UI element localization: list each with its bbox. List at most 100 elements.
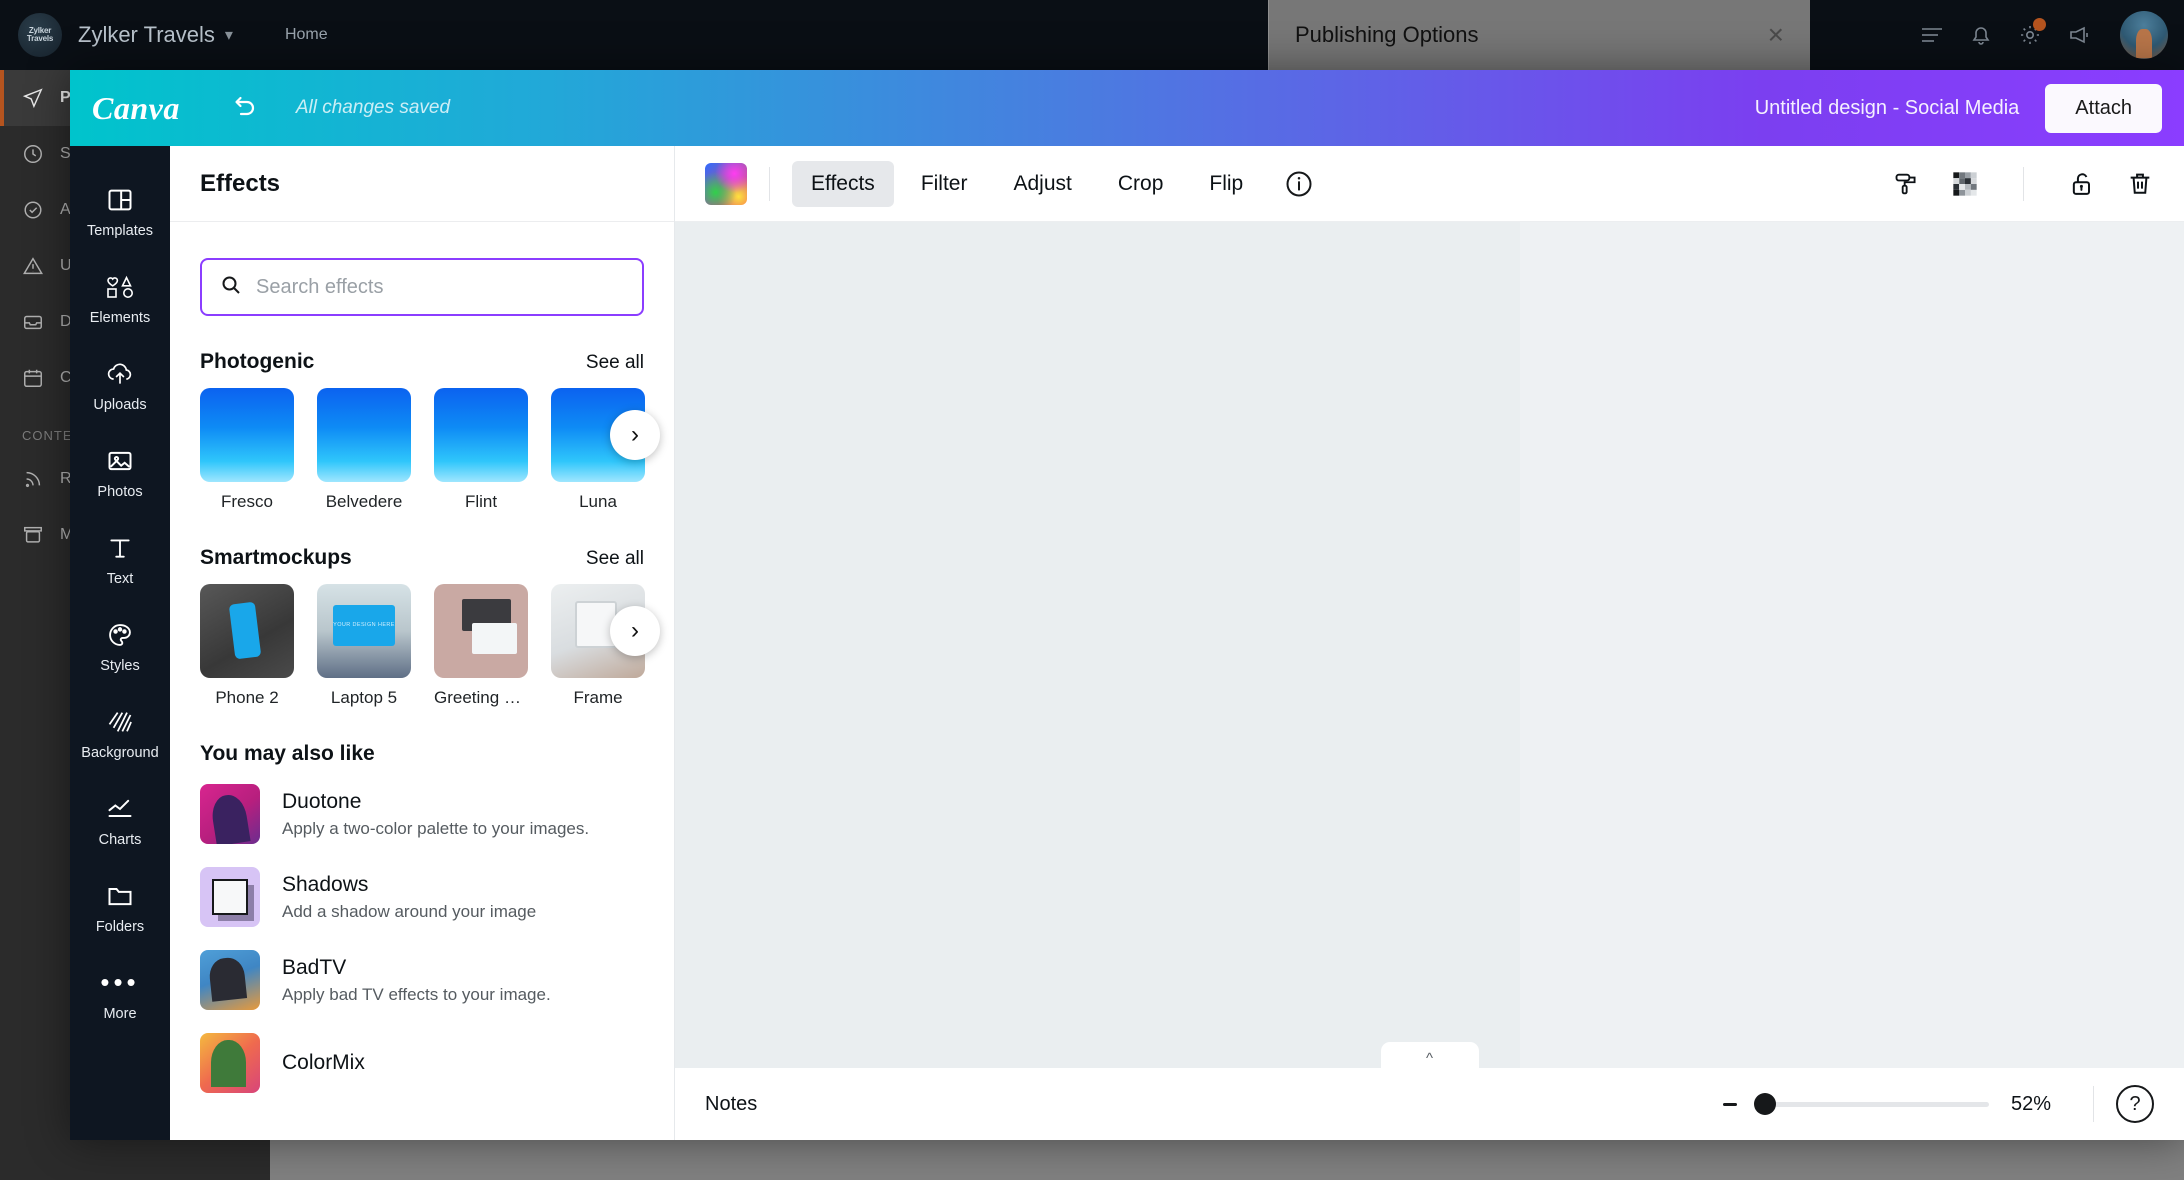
bell-icon[interactable] [1970,23,1992,47]
trash-icon[interactable] [2126,170,2154,198]
tab-effects[interactable]: Effects [792,161,894,207]
mockup-label: Greeting car... [434,688,528,708]
chevron-right-icon[interactable]: › [610,410,660,460]
sidebar-item-label: Background [81,745,158,761]
save-status: All changes saved [296,97,450,119]
zoom-out-icon[interactable] [1723,1103,1737,1106]
sidebar-item-uploads[interactable]: Uploads [70,342,170,429]
upload-cloud-icon [105,359,135,389]
unlock-icon[interactable] [2068,170,2096,198]
design-canvas-area[interactable]: ^ [675,222,2184,1068]
effect-label: Fresco [200,492,294,512]
see-all-link-smartmockups[interactable]: See all [586,548,644,570]
menu-icon[interactable] [1920,25,1944,45]
image-edit-toolbar: Effects Filter Adjust Crop Flip [675,146,2184,222]
effect-thumbnail [200,784,260,844]
section-title: You may also like [200,742,375,766]
effect-thumb[interactable]: Fresco [200,388,294,512]
undo-arrow-icon[interactable] [228,94,258,122]
selected-image-thumbnail[interactable] [705,163,747,205]
line-chart-icon [106,794,134,824]
section-title: Smartmockups [200,546,352,570]
megaphone-icon[interactable] [2068,25,2094,45]
palette-icon [106,620,134,650]
canva-topbar: Canva All changes saved Untitled design … [70,70,2184,146]
search-input[interactable] [256,276,624,299]
canvas-page[interactable] [675,222,1520,1068]
list-item[interactable]: ColorMix [200,1033,644,1093]
zoom-slider-handle[interactable] [1754,1093,1776,1115]
info-icon[interactable] [1284,169,1314,199]
section-title: Photogenic [200,350,314,374]
elements-icon [104,272,136,302]
effect-thumb[interactable]: Belvedere [317,388,411,512]
sidebar-item-more[interactable]: ••• More [70,951,170,1038]
effect-thumb[interactable]: Flint [434,388,528,512]
gear-icon[interactable] [2018,23,2042,47]
attach-button[interactable]: Attach [2045,84,2162,133]
notes-expand-toggle[interactable]: ^ [1381,1042,1479,1068]
effect-label: Luna [551,492,645,512]
paint-roller-icon[interactable] [1893,170,1921,198]
chevron-right-icon[interactable]: › [610,606,660,656]
brand-logo: Zylker Travels [18,13,62,57]
tab-flip[interactable]: Flip [1190,161,1262,207]
mockup-thumb[interactable]: Phone 2 [200,584,294,708]
mockup-thumb[interactable]: Laptop 5 [317,584,411,708]
photogenic-row: Fresco Belvedere Flint Luna › [200,388,644,512]
sidebar-item-label: Elements [90,310,150,326]
sidebar-item-styles[interactable]: Styles [70,603,170,690]
sidebar-item-label: Folders [96,919,144,935]
also-like-list: Duotone Apply a two-color palette to you… [200,784,644,1093]
effect-name: Shadows [282,873,536,897]
list-item[interactable]: BadTV Apply bad TV effects to your image… [200,950,644,1010]
sidebar-item-text[interactable]: Text [70,516,170,603]
effect-name: Duotone [282,790,589,814]
sidebar-item-photos[interactable]: Photos [70,429,170,516]
dialog-title: Publishing Options [1295,22,1478,48]
list-item[interactable]: Duotone Apply a two-color palette to you… [200,784,644,844]
effects-panel-scroll[interactable]: Photogenic See all Fresco Belvedere Flin… [170,222,674,1140]
mockup-thumb[interactable]: Greeting car... [434,584,528,708]
sidebar-item-label: Styles [100,658,140,674]
mockup-preview-image [434,584,528,678]
zoom-slider[interactable] [1759,1102,1989,1107]
sidebar-item-elements[interactable]: Elements [70,255,170,342]
canva-logo[interactable]: Canva [92,90,180,127]
transparency-icon[interactable] [1951,170,1979,198]
avatar[interactable] [2120,11,2168,59]
effect-thumbnail [200,1033,260,1093]
effect-preview-image [200,388,294,482]
sidebar-item-folders[interactable]: Folders [70,864,170,951]
sidebar-item-templates[interactable]: Templates [70,168,170,255]
see-all-link-photogenic[interactable]: See all [586,352,644,374]
search-icon [220,274,242,301]
templates-icon [106,185,134,215]
notes-button[interactable]: Notes [705,1093,757,1116]
effect-description: Apply bad TV effects to your image. [282,985,551,1005]
tab-filter[interactable]: Filter [902,161,987,207]
search-effects-field[interactable] [200,258,644,316]
nav-item-home[interactable]: Home [285,26,328,44]
canva-sidebar-rail: Templates Elements Uploads [70,146,170,1140]
folder-icon [106,881,134,911]
help-button[interactable]: ? [2116,1085,2154,1123]
close-icon[interactable]: × [1768,21,1784,49]
list-item[interactable]: Shadows Add a shadow around your image [200,867,644,927]
tab-crop[interactable]: Crop [1099,161,1183,207]
gear-badge-dot [2033,18,2046,31]
zoom-controls: 52% ? [1723,1085,2154,1123]
brand-name: Zylker Travels [78,22,215,48]
publishing-options-dialog: Publishing Options × [1268,0,1810,70]
design-title[interactable]: Untitled design - Social Media [1755,97,2020,120]
chevron-down-icon[interactable]: ▾ [225,25,233,45]
sidebar-item-charts[interactable]: Charts [70,777,170,864]
section-header-also-like: You may also like [200,742,644,766]
tab-adjust[interactable]: Adjust [994,161,1090,207]
sidebar-item-label: Text [107,571,134,587]
background-topbar: Zylker Travels Zylker Travels ▾ Home [0,0,2184,70]
effect-thumbnail [200,867,260,927]
page-title: Effects [200,170,280,198]
sidebar-item-background[interactable]: Background [70,690,170,777]
divider [2023,167,2024,201]
